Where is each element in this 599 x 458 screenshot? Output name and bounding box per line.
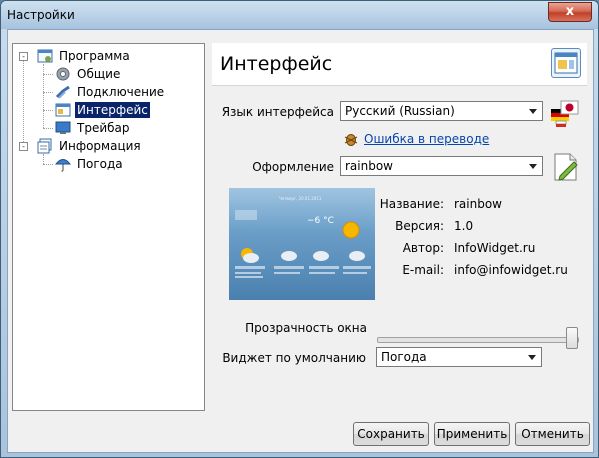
monitor-icon [55,121,71,134]
language-label: Язык интерфейса [221,105,334,119]
bug-icon [344,134,358,146]
tree-item-label: Подключение [77,85,165,99]
collapse-toggle[interactable]: - [19,52,28,61]
tree-connector [43,110,53,111]
edit-theme-icon[interactable] [552,152,580,182]
tree-item-traybar[interactable]: Трейбар [55,119,195,137]
theme-author-key: Автор: [402,241,444,255]
theme-select[interactable]: rainbow [340,156,543,176]
tree-item-label: Трейбар [77,121,130,135]
interface-icon [55,103,71,117]
settings-window: Настройки x - Программа Общие Подключени… [0,0,599,458]
tree-item-label: Общие [77,67,121,81]
theme-name-key: Название: [379,197,444,211]
connection-icon [55,85,70,99]
tree-item-general[interactable]: Общие [55,65,195,83]
tree-connector [43,92,53,93]
theme-email-value: info@infowidget.ru [454,263,568,277]
title-bar[interactable]: Настройки x [1,1,598,29]
theme-select-value: rainbow [345,159,393,173]
language-select-value: Русский (Russian) [345,104,455,118]
cancel-button[interactable]: Отменить [515,422,590,446]
language-flags-icon[interactable] [550,99,580,129]
settings-tree[interactable]: - Программа Общие Подключение Интерфейс … [12,43,205,411]
collapse-toggle[interactable]: - [19,142,28,151]
transparency-label: Прозрачность окна [245,321,367,335]
tree-item-information[interactable]: - Информация [19,137,199,155]
transparency-slider-track[interactable] [377,337,579,343]
chevron-down-icon [529,164,537,169]
interface-header-icon [551,48,581,78]
chevron-down-icon [528,355,536,360]
tree-item-connection[interactable]: Подключение [55,83,195,101]
theme-version-value: 1.0 [454,219,474,233]
window-title: Настройки [7,8,75,22]
tree-item-label: Интерфейс [75,102,150,118]
page-title: Интерфейс [220,53,333,75]
tree-connector [43,74,53,75]
default-widget-select[interactable]: Погода [376,347,542,367]
tree-item-label: Информация [59,139,141,153]
theme-name-value: rainbow [454,197,502,211]
tree-connector [43,128,53,129]
tree-item-program[interactable]: - Программа [19,47,199,65]
theme-author-value: InfoWidget.ru [454,241,536,255]
umbrella-icon [55,159,71,172]
gear-icon [56,67,70,81]
chevron-down-icon [529,109,537,114]
language-select[interactable]: Русский (Russian) [340,101,543,121]
translation-error-link[interactable]: Ошибка в переводе [364,132,489,146]
panel-header: Интерфейс [212,43,587,86]
program-window-icon [37,49,53,63]
transparency-slider-thumb[interactable] [566,327,578,349]
theme-preview-image: Четверг, 20.01.2011 −6 °C [229,188,375,300]
default-widget-value: Погода [381,350,427,364]
tree-connector [43,164,53,165]
tree-item-weather[interactable]: Погода [55,155,195,173]
tree-item-label: Программа [59,49,130,63]
theme-label: Оформление [252,160,334,174]
interface-settings-panel: Интерфейс Язык интерфейса Русский (Russi… [212,43,587,409]
default-widget-label: Виджет по умолчанию [222,351,366,365]
close-button[interactable]: x [548,2,592,22]
tree-item-label: Погода [77,157,123,171]
theme-email-key: E-mail: [402,263,444,277]
dialog-client-area: - Программа Общие Подключение Интерфейс … [7,29,594,453]
weather-forecast-illustration [235,210,371,278]
save-button[interactable]: Сохранить [353,422,429,446]
tree-connector [43,154,44,164]
information-icon [37,138,52,154]
apply-button[interactable]: Применить [434,422,510,446]
tree-connector [23,58,24,144]
tree-item-interface[interactable]: Интерфейс [55,101,195,119]
theme-version-key: Версия: [395,219,444,233]
